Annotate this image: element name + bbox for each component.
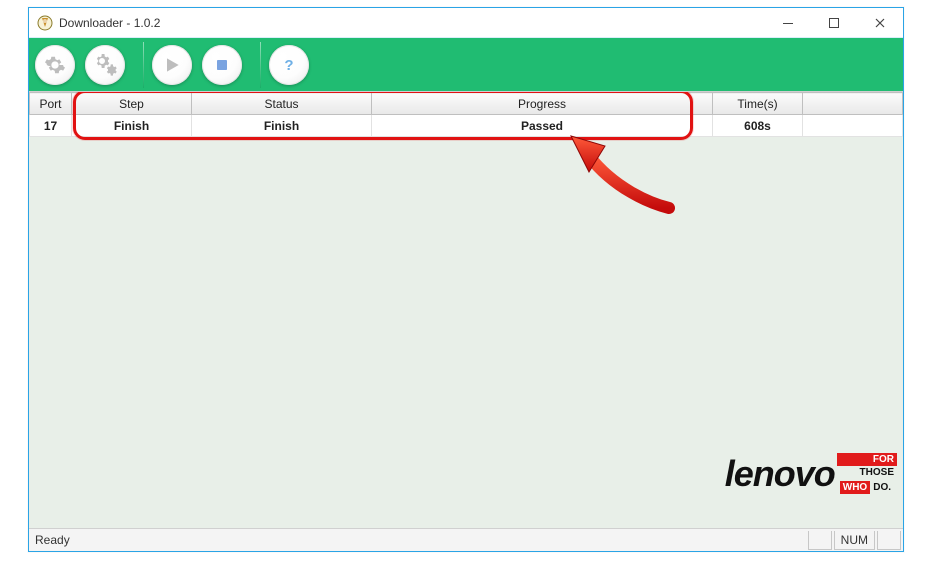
stop-icon (212, 55, 232, 75)
app-icon (37, 15, 53, 31)
svg-text:?: ? (284, 57, 293, 74)
header-time[interactable]: Time(s) (713, 93, 803, 115)
logo-tagline: FOR THOSE WHODO. (837, 453, 897, 496)
logo-text: lenovo (725, 453, 835, 495)
question-icon: ? (279, 55, 299, 75)
annotation-arrow-icon (559, 128, 679, 218)
cell-port: 17 (30, 115, 72, 137)
tagline-who: WHO (840, 481, 870, 495)
brand-logo: lenovo FOR THOSE WHODO. (677, 446, 897, 502)
tagline-for: FOR (837, 453, 897, 467)
settings-multi-button[interactable] (85, 45, 125, 85)
toolbar-separator (260, 42, 261, 88)
help-button[interactable]: ? (269, 45, 309, 85)
play-icon (162, 55, 182, 75)
settings-button[interactable] (35, 45, 75, 85)
table-header-row: Port Step Status Progress Time(s) (30, 93, 903, 115)
titlebar[interactable]: Downloader - 1.0.2 (29, 8, 903, 38)
gear-icon (44, 54, 66, 76)
maximize-button[interactable] (811, 8, 857, 38)
minimize-button[interactable] (765, 8, 811, 38)
header-extra[interactable] (803, 93, 903, 115)
cell-extra (803, 115, 903, 137)
status-cell (877, 531, 901, 550)
start-button[interactable] (152, 45, 192, 85)
header-status[interactable]: Status (192, 93, 372, 115)
tagline-do: DO. (870, 481, 894, 495)
toolbar-separator (143, 42, 144, 88)
cell-time: 608s (713, 115, 803, 137)
download-table: Port Step Status Progress Time(s) 17 Fin… (29, 92, 903, 137)
app-window: Downloader - 1.0.2 (28, 7, 904, 552)
status-num: NUM (834, 531, 875, 550)
content-area: Port Step Status Progress Time(s) 17 Fin… (29, 91, 903, 528)
window-title: Downloader - 1.0.2 (59, 16, 160, 30)
header-step[interactable]: Step (72, 93, 192, 115)
gears-icon (93, 53, 117, 77)
cell-status: Finish (192, 115, 372, 137)
cell-step: Finish (72, 115, 192, 137)
cell-progress: Passed (372, 115, 713, 137)
status-ready: Ready (29, 533, 808, 547)
close-button[interactable] (857, 8, 903, 38)
tagline-those: THOSE (837, 466, 897, 480)
table-row[interactable]: 17 Finish Finish Passed 608s (30, 115, 903, 137)
header-progress[interactable]: Progress (372, 93, 713, 115)
status-cell (808, 531, 832, 550)
statusbar: Ready NUM (29, 528, 903, 551)
toolbar: ? (29, 38, 903, 91)
stop-button[interactable] (202, 45, 242, 85)
header-port[interactable]: Port (30, 93, 72, 115)
